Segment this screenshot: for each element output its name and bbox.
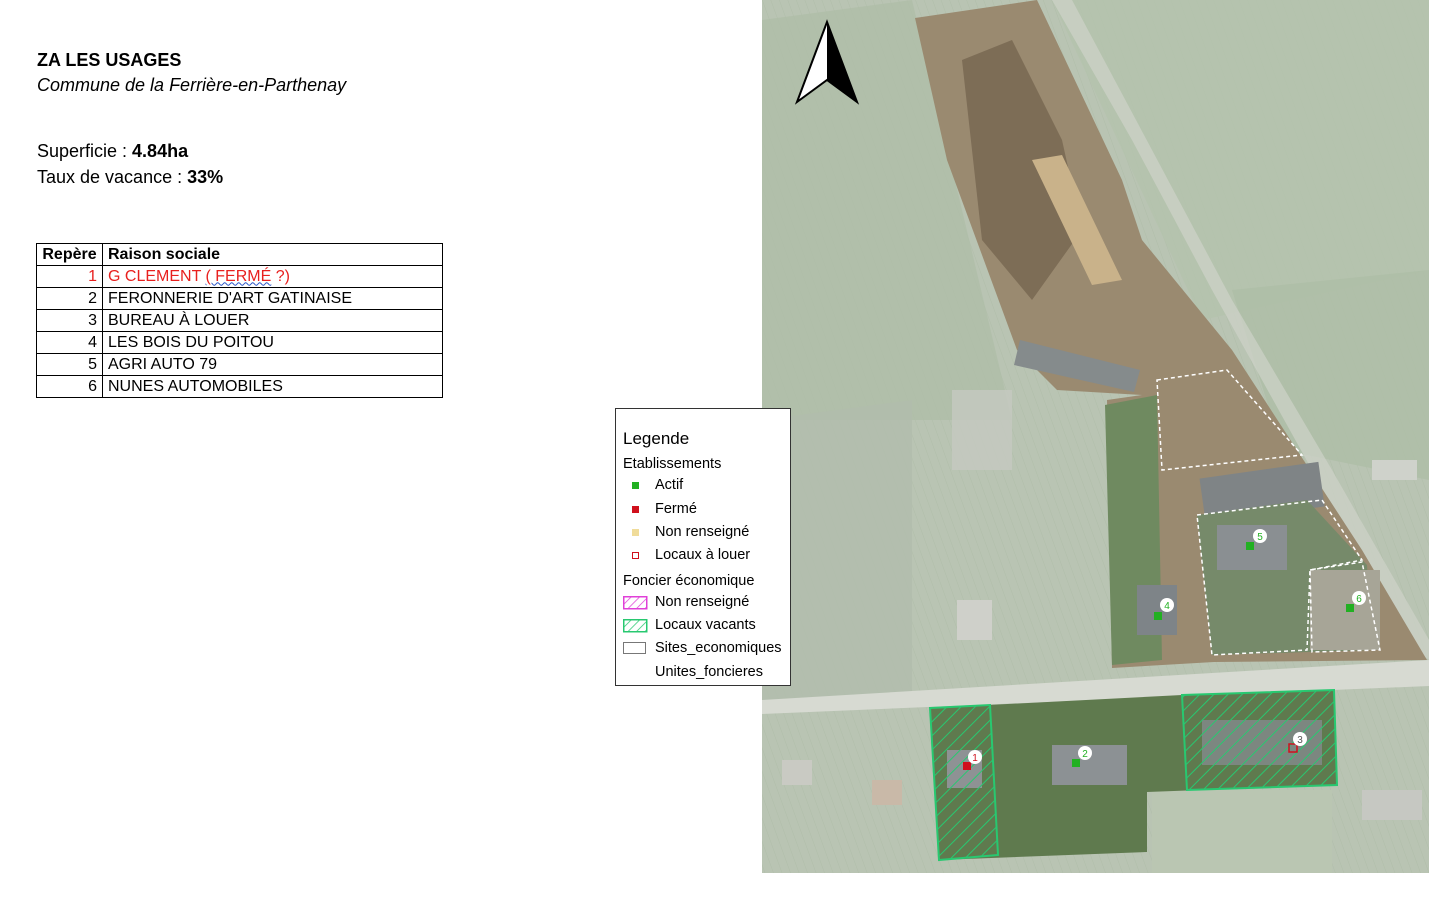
spellcheck-underlined-text: ( FERMÉ	[205, 267, 272, 285]
page-subtitle: Commune de la Ferrière-en-Parthenay	[37, 75, 347, 95]
building	[872, 780, 902, 805]
map-marker-3-label: 3	[1297, 735, 1303, 746]
map-legend: Legende Etablissements Actif Fermé Non r…	[615, 408, 791, 686]
site-outline-icon	[623, 642, 646, 654]
page-title: ZA LES USAGES	[37, 50, 182, 70]
legend-item-land-not-informed: Non renseigné	[655, 594, 750, 610]
row-company: FERONNERIE D'ART GATINAISE	[102, 287, 443, 310]
building	[1362, 790, 1422, 820]
row-marker: 4	[36, 331, 103, 354]
table-row: 3 BUREAU À LOUER	[36, 309, 443, 332]
stat-area-value: 4.84ha	[132, 141, 189, 161]
row-marker: 2	[36, 287, 103, 310]
to-let-marker-icon	[632, 552, 639, 559]
stat-vacancy: Taux de vacance : 33%	[37, 167, 223, 188]
stat-area-label: Superficie :	[37, 141, 133, 161]
stat-area: Superficie : 4.84ha	[37, 141, 188, 162]
legend-item-premises-to-let: Locaux à louer	[655, 547, 751, 563]
row-company: AGRI AUTO 79	[102, 353, 443, 376]
column-header-marker: Repère	[36, 243, 103, 266]
pink-hatch-icon	[623, 596, 648, 610]
vacant-plot-east	[1180, 688, 1339, 792]
green-hatch-icon	[623, 619, 648, 633]
row-marker: 3	[36, 309, 103, 332]
aerial-map[interactable]: 1 2 3 4 5 6	[762, 0, 1429, 873]
active-marker-icon	[632, 482, 639, 489]
row-company-part: G CLEMENT	[108, 267, 206, 285]
table-row: 1 G CLEMENT ( FERMÉ ?)	[36, 265, 443, 288]
legend-item-land-units: Unites_foncieres	[655, 664, 763, 680]
map-canvas: 1 2 3 4 5 6	[762, 0, 1429, 873]
stat-vacancy-label: Taux de vacance :	[37, 167, 188, 187]
sites-table: Repère Raison sociale 1 G CLEMENT ( FERM…	[36, 243, 443, 398]
table-row: 6 NUNES AUTOMOBILES	[36, 375, 443, 398]
map-marker-1-label: 1	[972, 753, 978, 764]
legend-item-vacant-premises: Locaux vacants	[655, 617, 756, 633]
row-marker: 6	[36, 375, 103, 398]
map-marker-5-label: 5	[1257, 532, 1263, 543]
map-marker-6-label: 6	[1356, 594, 1362, 605]
table-header-row: Repère Raison sociale	[36, 243, 443, 266]
legend-section-land: Foncier économique	[623, 573, 755, 589]
legend-item-closed: Fermé	[655, 501, 697, 517]
map-marker-2-label: 2	[1082, 749, 1088, 760]
closed-marker-icon	[632, 506, 639, 513]
table-row: 4 LES BOIS DU POITOU	[36, 331, 443, 354]
legend-item-economic-sites: Sites_economiques	[655, 640, 782, 656]
site-6-lot	[1310, 570, 1380, 650]
building	[957, 600, 992, 640]
row-company: BUREAU À LOUER	[102, 309, 443, 332]
legend-section-establishments: Etablissements	[623, 456, 722, 472]
row-company: LES BOIS DU POITOU	[102, 331, 443, 354]
row-company-part: ?)	[271, 267, 290, 285]
building	[782, 760, 812, 785]
row-company: NUNES AUTOMOBILES	[102, 375, 443, 398]
legend-item-active: Actif	[655, 477, 684, 493]
row-marker: 1	[36, 265, 103, 288]
building	[952, 390, 1012, 470]
legend-item-not-informed: Non renseigné	[655, 524, 750, 540]
legend-title: Legende	[623, 429, 690, 448]
table-row: 5 AGRI AUTO 79	[36, 353, 443, 376]
row-company: G CLEMENT ( FERMÉ ?)	[102, 265, 443, 288]
building	[1372, 460, 1417, 480]
not-informed-marker-icon	[632, 529, 639, 536]
field-south	[1152, 790, 1332, 873]
table-row: 2 FERONNERIE D'ART GATINAISE	[36, 287, 443, 310]
row-marker: 5	[36, 353, 103, 376]
stat-vacancy-value: 33%	[187, 167, 224, 187]
column-header-company: Raison sociale	[102, 243, 443, 266]
map-marker-4-label: 4	[1164, 601, 1170, 612]
vacant-plot-west	[928, 703, 1000, 862]
